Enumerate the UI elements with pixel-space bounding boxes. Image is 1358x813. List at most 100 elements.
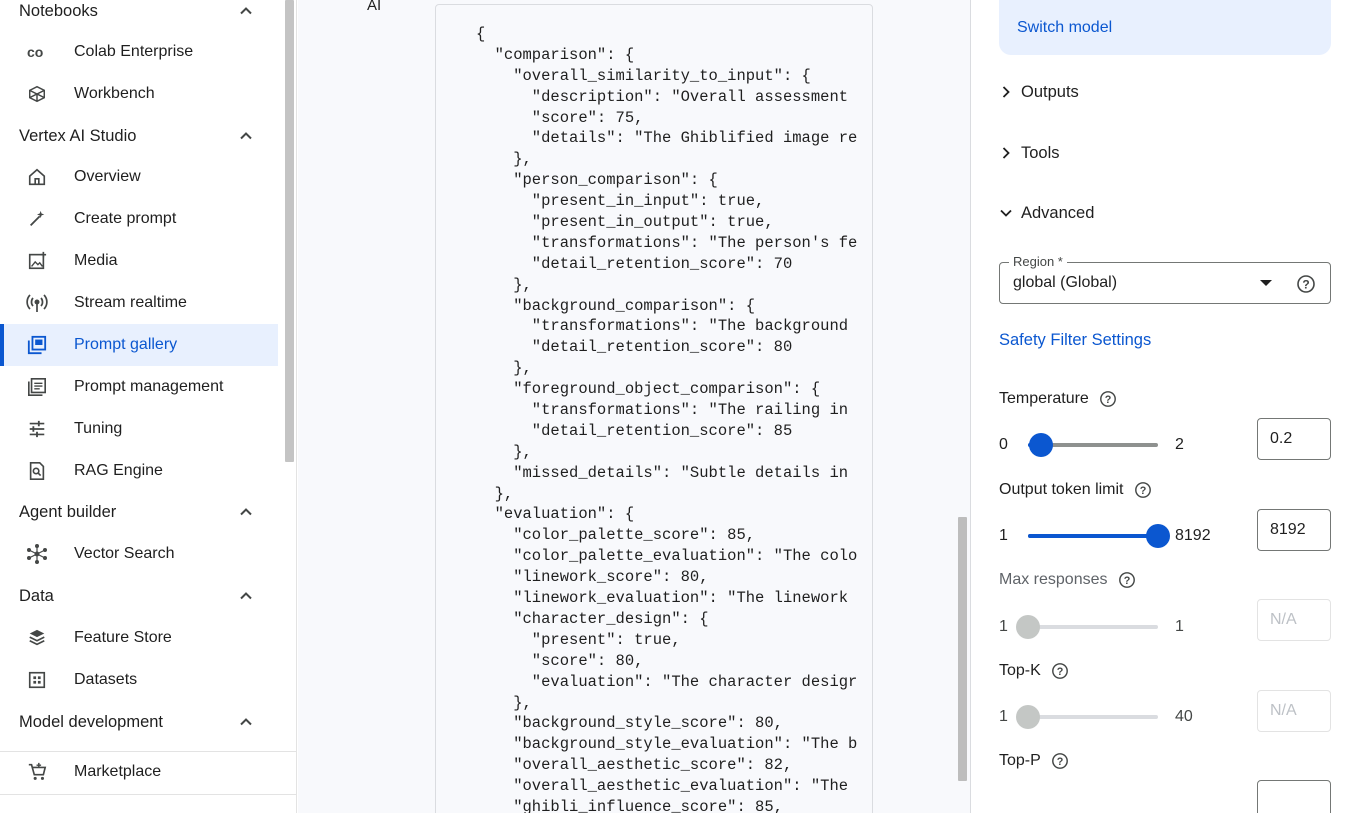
slider-fill <box>1028 534 1158 538</box>
response-scrollbar[interactable] <box>958 517 967 781</box>
code-line: "detail_retention_score": 80 <box>476 338 793 357</box>
sidebar-item-feature-store[interactable]: Feature Store <box>0 617 278 659</box>
sidebar-item-colab-enterprise[interactable]: co Colab Enterprise <box>0 31 278 73</box>
param-label-text: Max responses <box>999 571 1108 588</box>
sidebar-item-stream-realtime[interactable]: Stream realtime <box>0 282 278 324</box>
sidebar-item-media[interactable]: Media <box>0 240 278 282</box>
home-icon <box>26 166 48 188</box>
chevron-up-icon <box>240 132 252 140</box>
gallery-icon <box>26 334 48 356</box>
help-icon[interactable]: ? <box>1296 274 1316 294</box>
temperature-slider[interactable] <box>1028 433 1158 457</box>
sidebar-item-label: Overview <box>74 168 141 185</box>
outputs-expander[interactable]: Outputs <box>999 80 1079 104</box>
code-line: "detail_retention_score": 70 <box>476 254 793 273</box>
temperature-label: Temperature ? <box>999 388 1117 410</box>
sidebar-item-label: Vector Search <box>74 545 175 562</box>
slider-thumb[interactable] <box>1146 524 1170 548</box>
code-line: }, <box>476 442 532 461</box>
code-line: }, <box>476 693 532 712</box>
code-line: "color_palette_evaluation": "The colo <box>476 547 858 566</box>
section-label: Data <box>19 586 54 605</box>
code-line: "character_design": { <box>476 609 709 628</box>
help-icon[interactable]: ? <box>1134 481 1152 499</box>
section-notebooks[interactable]: Notebooks <box>19 0 269 26</box>
help-icon[interactable]: ? <box>1051 662 1069 680</box>
sidebar-item-workbench[interactable]: Workbench <box>0 73 278 115</box>
switch-model-link[interactable]: Switch model <box>1017 19 1112 37</box>
code-line: "person_comparison": { <box>476 171 718 190</box>
sidebar-item-vector-search[interactable]: Vector Search <box>0 533 278 575</box>
help-icon[interactable]: ? <box>1051 752 1069 770</box>
broadcast-icon <box>26 292 48 314</box>
grid-icon <box>26 669 48 691</box>
sidebar-item-create-prompt[interactable]: Create prompt <box>0 198 278 240</box>
sidebar-scrollbar[interactable] <box>285 0 294 462</box>
safety-filter-settings-link[interactable]: Safety Filter Settings <box>999 331 1151 350</box>
region-select[interactable]: Region * global (Global) ? <box>999 254 1331 304</box>
slider-thumb[interactable] <box>1029 433 1053 457</box>
sidebar-item-label: Prompt management <box>74 378 224 395</box>
sidebar-item-label: Datasets <box>74 671 138 688</box>
sidebar-item-tuning[interactable]: Tuning <box>0 408 278 450</box>
code-line: "details": "The Ghiblified image re <box>476 129 858 148</box>
workbench-icon <box>26 83 48 105</box>
slider-thumb <box>1016 615 1040 639</box>
code-line: "transformations": "The railing in <box>476 401 849 420</box>
chevron-right-icon <box>1002 147 1010 159</box>
section-vertex-ai-studio[interactable]: Vertex AI Studio <box>19 121 269 151</box>
sidebar-item-label: Tuning <box>74 420 123 437</box>
param-label-text: Top-K <box>999 662 1041 679</box>
svg-text:?: ? <box>1123 575 1130 587</box>
output-token-limit-slider[interactable] <box>1028 524 1170 548</box>
sidebar-item-label: Colab Enterprise <box>74 43 194 60</box>
code-line: "linework_evaluation": "The linework <box>476 589 849 608</box>
top-p-input[interactable] <box>1257 780 1331 813</box>
list-doc-icon <box>26 376 48 398</box>
advanced-expander[interactable]: Advanced <box>999 201 1094 225</box>
expander-label: Tools <box>1021 143 1060 162</box>
settings-panel: Switch model Outputs Tools Advanced Regi… <box>972 0 1358 813</box>
image-add-icon <box>26 250 48 272</box>
top-k-input: N/A <box>1257 690 1331 732</box>
slider-max-label: 40 <box>1175 708 1193 725</box>
sidebar-item-prompt-gallery[interactable]: Prompt gallery <box>0 324 278 366</box>
section-model-development[interactable]: Model development <box>19 707 269 737</box>
output-token-limit-input[interactable]: 8192 <box>1257 509 1331 551</box>
tools-expander[interactable]: Tools <box>999 141 1060 165</box>
sidebar-divider <box>0 794 296 795</box>
max-responses-label: Max responses ? <box>999 569 1136 591</box>
slider-thumb <box>1016 705 1040 729</box>
sidebar-item-label: RAG Engine <box>74 462 163 479</box>
section-agent-builder[interactable]: Agent builder <box>19 497 269 527</box>
code-line: "present": true, <box>476 630 681 649</box>
sidebar-item-label: Create prompt <box>74 210 177 227</box>
sidebar-item-marketplace[interactable]: Marketplace <box>0 751 278 793</box>
output-token-limit-label: Output token limit ? <box>999 479 1152 501</box>
sidebar-item-rag-engine[interactable]: RAG Engine <box>0 450 278 492</box>
code-line: "linework_score": 80, <box>476 568 709 587</box>
section-label: Vertex AI Studio <box>19 126 137 145</box>
temperature-input[interactable]: 0.2 <box>1257 418 1331 460</box>
response-area: AI { "comparison": { "overall_similarity… <box>298 0 971 813</box>
sidebar-item-prompt-management[interactable]: Prompt management <box>0 366 278 408</box>
expander-label: Advanced <box>1021 203 1095 222</box>
model-card: Switch model <box>999 0 1331 55</box>
code-line: "description": "Overall assessment <box>476 87 849 106</box>
sidebar-item-label: Media <box>74 252 118 269</box>
left-nav-sidebar: Notebooks co Colab Enterprise Workbench … <box>0 0 297 813</box>
code-line: "color_palette_score": 85, <box>476 526 756 545</box>
help-icon[interactable]: ? <box>1118 571 1136 589</box>
chevron-up-icon <box>240 7 252 15</box>
svg-text:?: ? <box>1057 666 1064 678</box>
region-value: global (Global) <box>1013 274 1118 291</box>
code-line: "score": 75, <box>476 108 644 127</box>
chevron-down-icon <box>1000 209 1012 217</box>
slider-min-label: 1 <box>999 618 1008 635</box>
json-response-block[interactable]: { "comparison": { "overall_similarity_to… <box>435 4 873 813</box>
code-line: { <box>476 25 486 43</box>
section-data[interactable]: Data <box>19 581 269 611</box>
sidebar-item-datasets[interactable]: Datasets <box>0 659 278 701</box>
sidebar-item-overview[interactable]: Overview <box>0 156 278 198</box>
help-icon[interactable]: ? <box>1099 390 1117 408</box>
